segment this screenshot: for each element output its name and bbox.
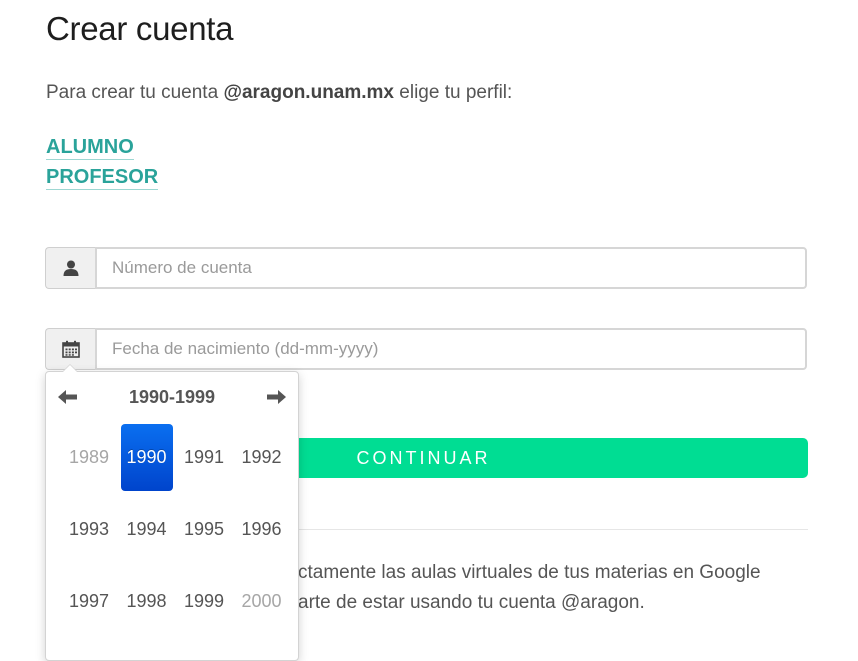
account-number-input[interactable]: [95, 247, 807, 289]
datepicker-popup: 1990-1999 1989 1990 1991 1992 1993 1994 1995 19…: [45, 364, 299, 661]
intro-prefix: Para crear tu cuenta: [46, 82, 224, 103]
account-number-group: [45, 247, 807, 289]
page-title: Crear cuenta: [46, 10, 234, 47]
year-option-3[interactable]: 1992: [236, 424, 288, 491]
year-option-5[interactable]: 1994: [121, 496, 173, 563]
year-option-9[interactable]: 1998: [121, 568, 173, 635]
intro-domain: @aragon.unam.mx: [223, 82, 395, 103]
datepicker-header: 1990-1999: [46, 382, 298, 412]
arrow-right-icon[interactable]: [264, 385, 288, 409]
profile-link-alumno[interactable]: ALUMNO: [46, 135, 134, 160]
birthdate-group: [45, 328, 807, 370]
intro-text: Para crear tu cuenta @aragon.unam.mx eli…: [46, 82, 512, 104]
datepicker-year-grid: 1989 1990 1991 1992 1993 1994 1995 1996 1997 1998…: [60, 422, 290, 638]
birthdate-input[interactable]: [95, 328, 807, 370]
user-icon: [45, 247, 95, 289]
year-option-0[interactable]: 1989: [63, 424, 115, 491]
profile-link-profesor[interactable]: PROFESOR: [46, 165, 159, 190]
year-option-1[interactable]: 1990: [120, 424, 173, 491]
year-option-11[interactable]: 2000: [236, 568, 288, 635]
year-option-10[interactable]: 1999: [178, 568, 230, 635]
datepicker-decade-label[interactable]: 1990-1999: [129, 387, 215, 408]
intro-suffix: elige tu perfil:: [394, 82, 513, 103]
arrow-left-icon[interactable]: [56, 385, 80, 409]
year-option-4[interactable]: 1993: [63, 496, 115, 563]
year-option-7[interactable]: 1996: [236, 496, 288, 563]
year-option-8[interactable]: 1997: [63, 568, 115, 635]
year-option-2[interactable]: 1991: [178, 424, 230, 491]
continue-label: CONTINUAR: [356, 447, 491, 468]
year-option-6[interactable]: 1995: [178, 496, 230, 563]
